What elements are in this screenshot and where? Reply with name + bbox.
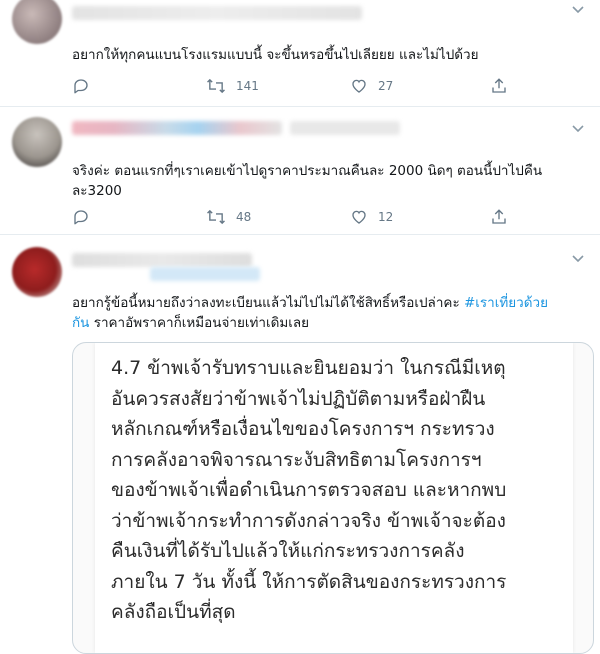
- image-text-line: การคลังอาจพิจารณาระงับสิทธิตามโครงการฯ: [111, 448, 482, 471]
- tweet-2[interactable]: จริงค่ะ ตอนแรกที่ๆเราเคยเข้าไปดูราคาประม…: [0, 107, 600, 234]
- tweet-text-segment: อยากรู้ข้อนี้หมายถึงว่าลงทะเบียนแล้วไม่ไ…: [72, 295, 464, 311]
- tweet-text-line: ละ3200: [72, 183, 122, 199]
- retweet-icon: [206, 77, 226, 95]
- retweet-button[interactable]: 48: [206, 207, 251, 227]
- tweet-text-line: อยากรู้ข้อนี้หมายถึงว่าลงทะเบียนแล้วไม่ไ…: [72, 293, 592, 313]
- chevron-down-icon[interactable]: [570, 251, 586, 267]
- image-text-line: คืนเงินที่ได้รับไปแล้วให้แก่กระทรวงการคล…: [111, 540, 465, 562]
- image-document: 4.7 ข้าพเจ้ารับทราบและยินยอมว่า ในกรณีมี…: [95, 343, 573, 653]
- tweet-text-line: จริงค่ะ ตอนแรกที่ๆเราเคยเข้าไปดูราคาประม…: [72, 163, 543, 179]
- tweet-text-line: กัน ราคาอัพราคาก็เหมือนจ่ายเท่าเดิมเลย: [72, 313, 592, 333]
- avatar[interactable]: [12, 117, 62, 167]
- like-button[interactable]: 12: [350, 207, 393, 227]
- like-button[interactable]: 27: [350, 76, 393, 96]
- retweet-count: 48: [236, 210, 252, 224]
- image-text-line: หลักเกณฑ์หรือเงื่อนไขของโครงการฯ กระทรวง: [111, 418, 495, 440]
- user-handle[interactable]: [150, 267, 260, 281]
- tweet-1[interactable]: อยากให้ทุกคนแบนโรงแรมแบบนี้ จะขึ้นหรอขึ้…: [0, 0, 600, 106]
- user-handle[interactable]: [290, 121, 400, 135]
- image-text-line: ว่าข้าพเจ้ากระทำการดังกล่าวจริง ข้าพเจ้า…: [111, 509, 506, 532]
- tweet-text: อยากให้ทุกคนแบนโรงแรมแบบนี้ จะขึ้นหรอขึ้…: [72, 47, 479, 63]
- share-button[interactable]: [490, 207, 508, 227]
- avatar[interactable]: [12, 247, 62, 297]
- chevron-down-icon[interactable]: [570, 2, 586, 18]
- chevron-down-icon[interactable]: [570, 121, 586, 137]
- tweet-text: จริงค่ะ ตอนแรกที่ๆเราเคยเข้าไปดูราคาประม…: [72, 161, 582, 201]
- like-count: 12: [378, 210, 394, 224]
- retweet-button[interactable]: 141: [206, 76, 259, 96]
- hashtag-link[interactable]: กัน: [72, 315, 89, 331]
- image-text-line: 4.7 ข้าพเจ้ารับทราบและยินยอมว่า ในกรณีมี…: [111, 357, 506, 379]
- avatar[interactable]: [12, 0, 62, 44]
- retweet-count: 141: [236, 79, 259, 93]
- like-icon: [350, 77, 368, 95]
- attached-image[interactable]: 4.7 ข้าพเจ้ารับทราบและยินยอมว่า ในกรณีมี…: [72, 342, 594, 654]
- image-text-line: ของข้าพเจ้าเพื่อดำเนินการตรวจสอบ และหากพ…: [111, 479, 507, 501]
- user-name[interactable]: [72, 253, 252, 267]
- image-text-line: คลังถือเป็นที่สุด: [111, 601, 236, 623]
- image-text-line: อันควรสงสัยว่าข้าพเจ้าไม่ปฏิบัติตามหรือฝ…: [111, 387, 486, 410]
- tweet-text: อยากรู้ข้อนี้หมายถึงว่าลงทะเบียนแล้วไม่ไ…: [72, 293, 592, 333]
- like-icon: [350, 208, 368, 226]
- share-button[interactable]: [490, 76, 508, 96]
- user-name[interactable]: [72, 121, 282, 135]
- image-text-line: ภายใน 7 วัน ทั้งนี้ ให้การตัดสินของกระทร…: [111, 570, 507, 593]
- user-name[interactable]: [72, 6, 362, 20]
- reply-icon: [72, 208, 90, 226]
- reply-icon: [72, 77, 90, 95]
- tweet-actions: 141 27: [72, 76, 512, 96]
- tweet-text-segment: ราคาอัพราคาก็เหมือนจ่ายเท่าเดิมเลย: [89, 315, 310, 331]
- retweet-icon: [206, 208, 226, 226]
- tweet-actions: 48 12: [72, 207, 512, 227]
- reply-button[interactable]: [72, 76, 100, 96]
- image-text: 4.7 ข้าพเจ้ารับทราบและยินยอมว่า ในกรณีมี…: [111, 353, 571, 628]
- share-icon: [490, 208, 508, 226]
- reply-button[interactable]: [72, 207, 100, 227]
- hashtag-link[interactable]: #เราเที่ยวด้วย: [464, 295, 548, 311]
- like-count: 27: [378, 79, 394, 93]
- share-icon: [490, 77, 508, 95]
